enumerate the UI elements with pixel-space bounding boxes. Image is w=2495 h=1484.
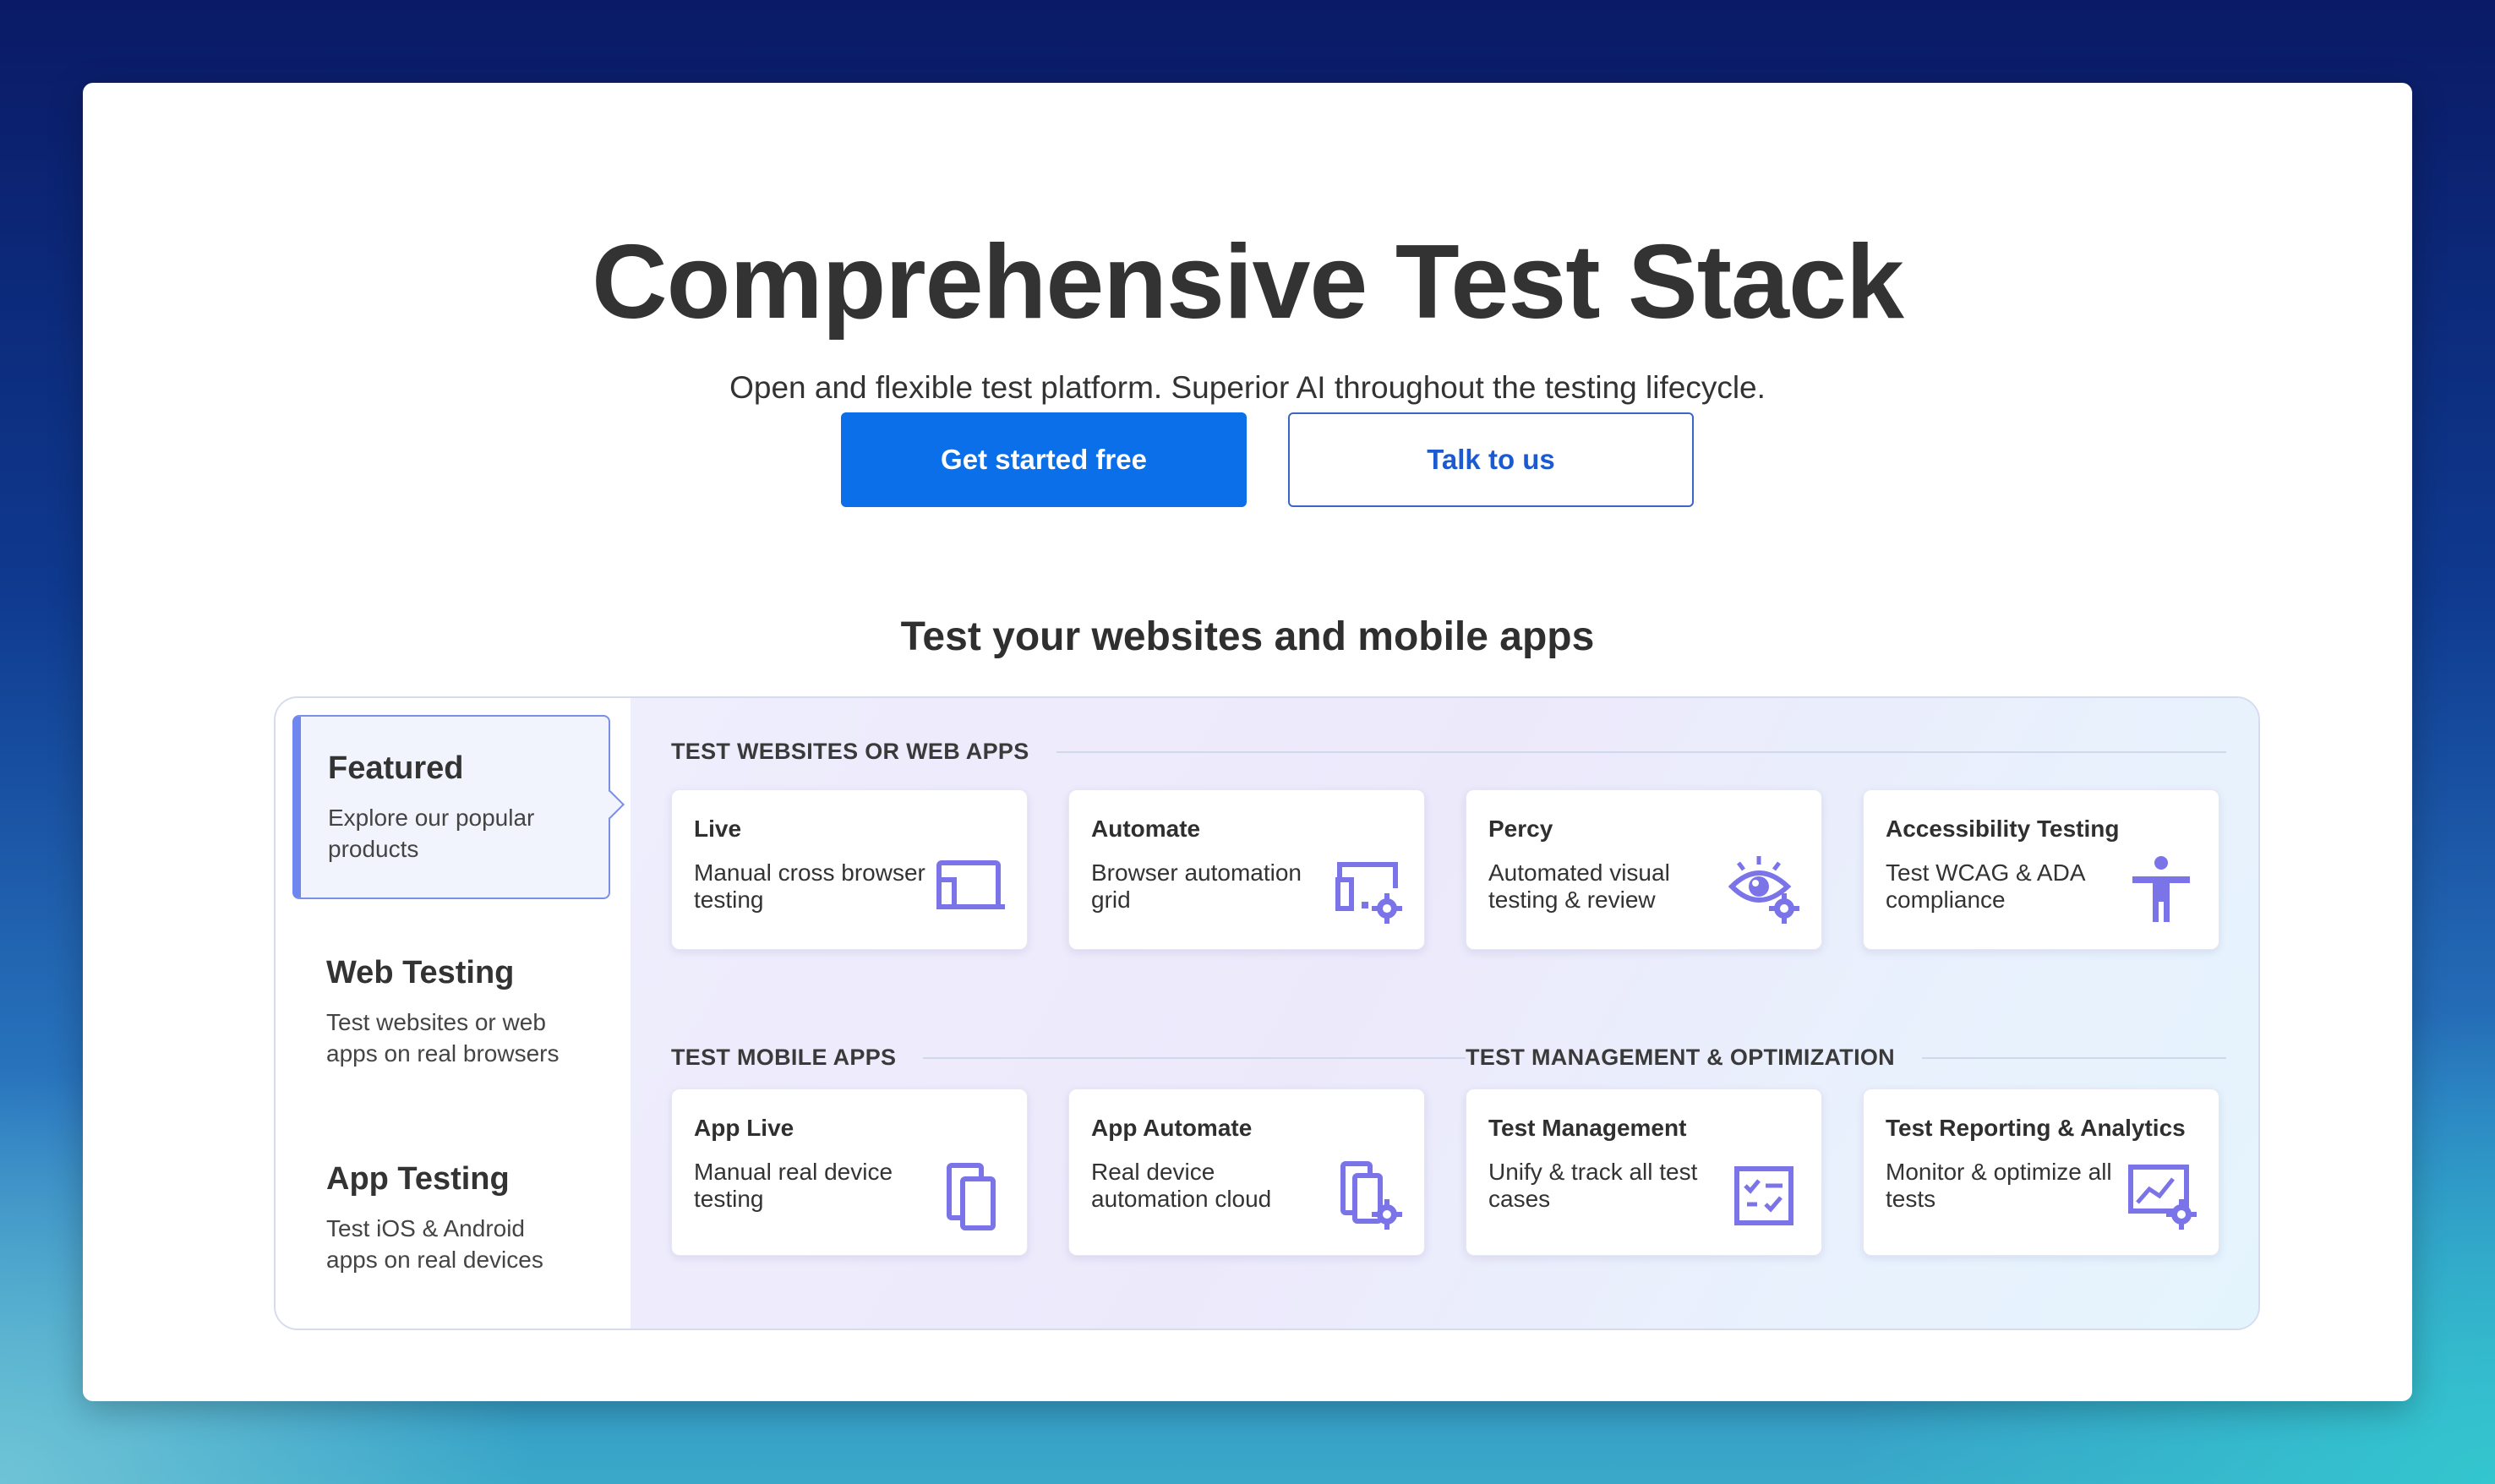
tile-app-automate[interactable]: App Automate Real device automation clou… (1068, 1088, 1425, 1256)
nav-item-desc: Explore our popular products (328, 805, 535, 862)
eye-gear-icon (1728, 856, 1799, 924)
nav-item-desc: Test websites or web apps on real browse… (326, 1009, 560, 1067)
tile-desc: Automated visual testing & review (1488, 859, 1670, 913)
checklist-icon (1734, 1166, 1793, 1225)
nav-item-desc: Test iOS & Android apps on real devices (326, 1215, 543, 1273)
tile-title: Percy (1488, 816, 1553, 842)
tile-title: App Live (694, 1115, 794, 1141)
tile-app-live[interactable]: App Live Manual real device testing (671, 1088, 1028, 1256)
nav-item-app-testing[interactable]: App Testing Test iOS & Android apps on r… (292, 1127, 610, 1309)
tile-title: Live (694, 816, 742, 842)
group-label-management: TEST MANAGEMENT & OPTIMIZATION (1466, 1045, 2226, 1071)
products-area: TEST WEBSITES OR WEB APPS TEST MOBILE AP… (631, 698, 2258, 1329)
group-label-mobile: TEST MOBILE APPS (671, 1045, 1466, 1071)
group-label-text: TEST WEBSITES OR WEB APPS (671, 739, 1029, 764)
analytics-icon (2128, 1165, 2197, 1230)
tile-live[interactable]: Live Manual cross browser testing (671, 789, 1028, 950)
nav-item-title: Web Testing (326, 955, 515, 990)
group-label-text: TEST MOBILE APPS (671, 1045, 897, 1070)
tile-title: Test Management (1488, 1115, 1687, 1141)
nav-item-featured[interactable]: Featured Explore our popular products (292, 715, 610, 899)
category-nav: Featured Explore our popular products We… (276, 698, 631, 1329)
tile-desc: Unify & track all test cases (1488, 1159, 1698, 1212)
tile-percy[interactable]: Percy Automated visual testing & review (1466, 789, 1822, 950)
group-label-web: TEST WEBSITES OR WEB APPS (671, 739, 2226, 765)
tile-desc: Browser automation grid (1091, 859, 1302, 913)
tile-desc: Manual real device testing (694, 1159, 893, 1212)
nav-item-title: App Testing (326, 1161, 510, 1197)
page-title: Comprehensive Test Stack (592, 224, 1904, 341)
nav-item-web-testing[interactable]: Web Testing Test websites or web apps on… (292, 921, 610, 1103)
tile-title: App Automate (1091, 1115, 1253, 1141)
tile-title: Test Reporting & Analytics (1886, 1115, 2186, 1141)
tile-accessibility[interactable]: Accessibility Testing Test WCAG & ADA co… (1863, 789, 2219, 950)
section-title: Test your websites and mobile apps (900, 614, 1595, 659)
get-started-button[interactable]: Get started free (841, 412, 1247, 507)
main-card: Comprehensive Test Stack Open and flexib… (83, 83, 2412, 1401)
product-panel: Featured Explore our popular products We… (274, 696, 2260, 1330)
devices-icon (947, 1163, 996, 1230)
tile-desc: Test WCAG & ADA compliance (1886, 859, 2084, 913)
page-subtitle: Open and flexible test platform. Superio… (729, 370, 1766, 405)
browser-window-icon (936, 860, 1005, 909)
tile-desc: Real device automation cloud (1091, 1159, 1272, 1212)
group-label-text: TEST MANAGEMENT & OPTIMIZATION (1466, 1045, 1895, 1070)
tile-title: Automate (1091, 816, 1201, 842)
tile-test-management[interactable]: Test Management Unify & track all test c… (1466, 1088, 1822, 1256)
accessibility-icon (2132, 856, 2190, 922)
nav-item-title: Featured (328, 750, 464, 786)
devices-gear-icon (1340, 1161, 1402, 1230)
tile-automate[interactable]: Automate Browser automation grid (1068, 789, 1425, 950)
tile-title: Accessibility Testing (1886, 816, 2120, 842)
browser-gear-icon (1335, 862, 1402, 924)
talk-to-us-button[interactable]: Talk to us (1288, 412, 1694, 507)
tile-desc: Manual cross browser testing (694, 859, 925, 913)
tile-desc: Monitor & optimize all tests (1886, 1159, 2112, 1212)
tile-test-reporting[interactable]: Test Reporting & Analytics Monitor & opt… (1863, 1088, 2219, 1256)
